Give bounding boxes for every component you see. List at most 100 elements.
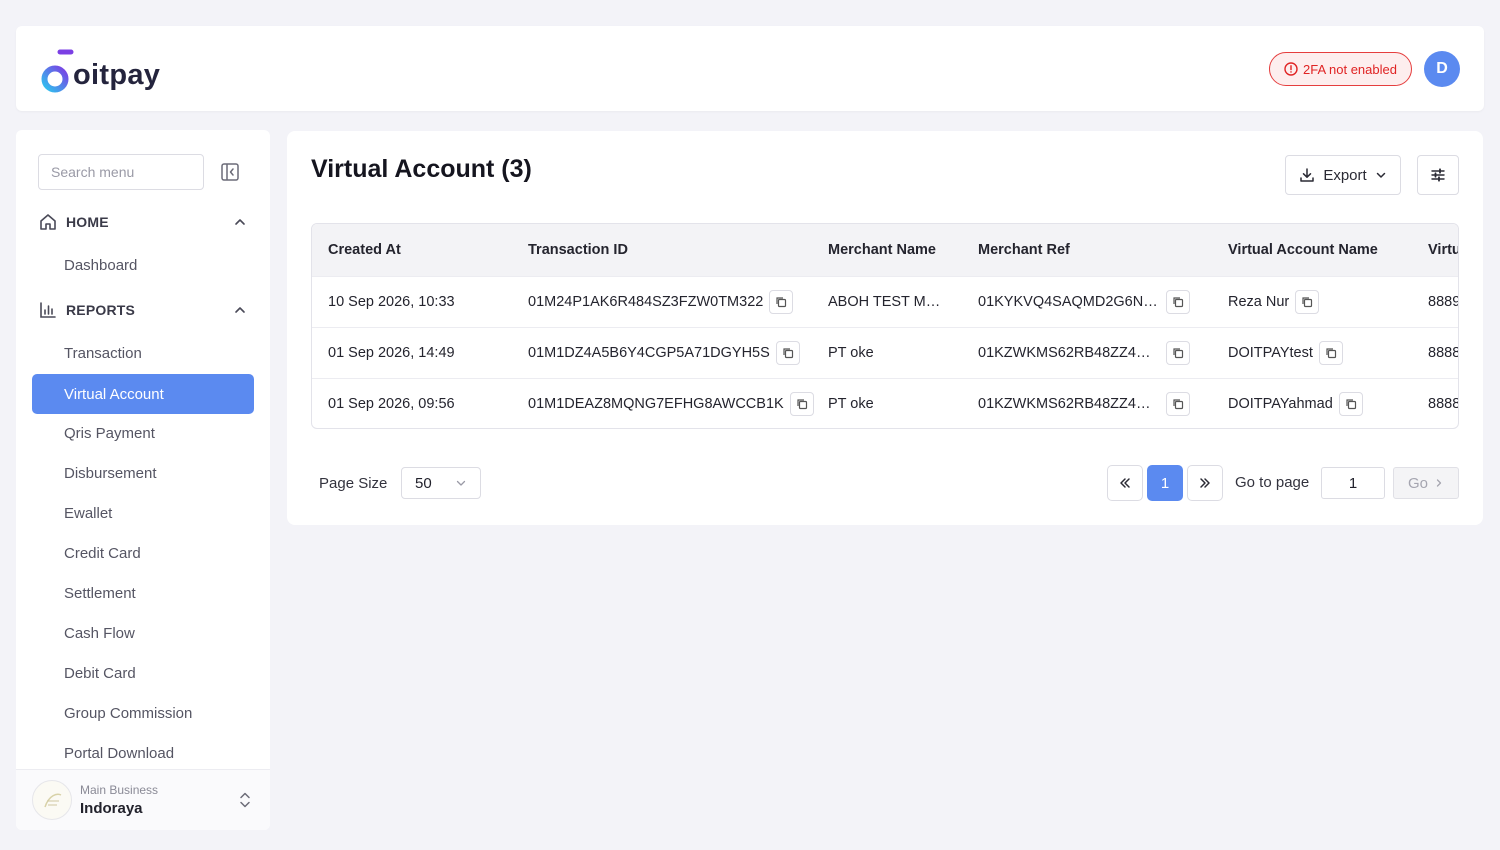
main-panel: Virtual Account (3) Export Created At Tr… [287, 131, 1483, 525]
copy-icon[interactable] [775, 341, 800, 365]
va-number-cell: 8888 [1428, 345, 1459, 361]
va-name-cell: Reza Nur [1228, 277, 1320, 327]
col-va-number[interactable]: Virtual Account Number [1428, 224, 1458, 276]
sidebar-item-transaction[interactable]: Transaction [32, 333, 254, 373]
merchant-name-cell: ABOH TEST MERCHANT [828, 294, 946, 310]
va-name-text: DOITPAYtest [1228, 345, 1313, 361]
sidebar-item-credit-card[interactable]: Credit Card [32, 533, 254, 573]
table-row[interactable]: 01 Sep 2026, 09:56 01M1DEAZ8MQNG7EFHG8AW… [312, 378, 1458, 428]
twofa-badge-label: 2FA not enabled [1303, 61, 1397, 77]
first-page-button[interactable] [1107, 465, 1143, 501]
go-label: Go [1407, 474, 1428, 492]
download-icon [1300, 168, 1315, 182]
transaction-id-text: 01M24P1AK6R484SZ3FZW0TM322 [528, 294, 764, 310]
business-logo-icon [44, 793, 62, 808]
top-header: oitpay 2FA not enabled D [16, 26, 1484, 111]
sidebar-item-cash-flow[interactable]: Cash Flow [32, 613, 254, 653]
bar-chart-icon [40, 302, 56, 318]
transaction-id-cell: 01M1DEAZ8MQNG7EFHG8AWCCB1K [528, 379, 814, 428]
page-size-value: 50 [415, 474, 432, 492]
chevrons-right-icon [1200, 478, 1210, 488]
va-name-cell: DOITPAYtest [1228, 328, 1343, 378]
doitpay-logo[interactable]: oitpay [40, 46, 160, 94]
va-name-text: DOITPAYahmad [1228, 396, 1333, 412]
sidebar-item-portal-download[interactable]: Portal Download [32, 733, 254, 773]
table-row[interactable]: 01 Sep 2026, 14:49 01M1DZ4A5B6Y4CGP5A71D… [312, 327, 1459, 378]
section-home[interactable]: HOME [38, 210, 248, 234]
collapse-sidebar-icon[interactable] [220, 162, 240, 182]
business-switcher[interactable]: Main Business Indoraya [16, 769, 270, 830]
business-avatar [32, 780, 72, 820]
merchant-ref-cell: 01KZWKMS62RB48ZZ4X6HQ [978, 328, 1190, 378]
created-at-cell: 10 Sep 2026, 10:33 [328, 294, 455, 310]
col-va-name[interactable]: Virtual Account Name [1228, 224, 1378, 276]
col-merchant-name[interactable]: Merchant Name [828, 224, 936, 276]
twofa-status-badge[interactable]: 2FA not enabled [1269, 52, 1412, 86]
copy-icon[interactable] [1166, 341, 1190, 365]
sidebar-item-disbursement[interactable]: Disbursement [32, 453, 254, 493]
va-number-cell: 8889 [1428, 294, 1459, 310]
transaction-id-text: 01M1DZ4A5B6Y4CGP5A71DGYH5S [528, 345, 770, 361]
sidebar-item-virtual-account[interactable]: Virtual Account [32, 374, 254, 414]
sidebar-item-settlement[interactable]: Settlement [32, 573, 254, 613]
sidebar-item-dashboard[interactable]: Dashboard [32, 245, 254, 285]
chevron-up-icon[interactable] [232, 214, 248, 230]
copy-icon[interactable] [1338, 392, 1363, 416]
copy-icon[interactable] [789, 392, 814, 416]
col-created-at[interactable]: Created At [328, 224, 401, 276]
col-merchant-ref[interactable]: Merchant Ref [978, 224, 1070, 276]
table-row[interactable]: 10 Sep 2026, 10:33 01M24P1AK6R484SZ3FZW0… [312, 276, 1459, 327]
chevron-up-icon[interactable] [232, 302, 248, 318]
section-reports-label: REPORTS [66, 302, 136, 318]
merchant-ref-cell: 01KZWKMS62RB48ZZ4X6HQ [978, 379, 1190, 428]
page-size-label: Page Size [319, 475, 388, 492]
chevron-right-icon [1436, 479, 1442, 487]
merchant-ref-text: 01KYKVQ4SAQMD2G6N8YX [978, 294, 1160, 310]
merchant-name-cell: PT oke [828, 396, 874, 412]
sidebar-item-ewallet[interactable]: Ewallet [32, 493, 254, 533]
merchant-ref-text: 01KZWKMS62RB48ZZ4X6HQ [978, 345, 1160, 361]
user-avatar[interactable]: D [1424, 51, 1460, 87]
transaction-id-cell: 01M1DZ4A5B6Y4CGP5A71DGYH5S [528, 328, 800, 378]
copy-icon[interactable] [1295, 290, 1320, 314]
created-at-cell: 01 Sep 2026, 14:49 [328, 345, 455, 361]
export-button[interactable]: Export [1285, 155, 1401, 195]
va-name-text: Reza Nur [1228, 294, 1290, 310]
merchant-name-cell: PT oke [828, 345, 874, 361]
logo-text: oitpay [73, 59, 161, 91]
column-settings-button[interactable] [1417, 155, 1459, 195]
current-page-button[interactable]: 1 [1147, 465, 1183, 501]
go-button[interactable]: Go [1393, 467, 1459, 499]
sidebar-item-group-commission[interactable]: Group Commission [32, 693, 254, 733]
va-name-cell: DOITPAYahmad [1228, 379, 1363, 428]
business-name: Indoraya [80, 800, 143, 817]
search-menu-input[interactable] [38, 154, 204, 190]
sidebar-item-qris-payment[interactable]: Qris Payment [32, 413, 254, 453]
copy-icon[interactable] [1166, 290, 1190, 314]
merchant-ref-text: 01KZWKMS62RB48ZZ4X6HQ [978, 396, 1160, 412]
chevron-down-icon [456, 480, 466, 486]
chevrons-left-icon [1120, 478, 1130, 488]
created-at-cell: 01 Sep 2026, 09:56 [328, 396, 455, 412]
logo-mark-icon [41, 49, 74, 93]
goto-page-input[interactable] [1321, 467, 1385, 499]
transaction-id-cell: 01M24P1AK6R484SZ3FZW0TM322 [528, 277, 794, 327]
chevron-up-down-icon[interactable] [238, 791, 252, 809]
page-size-select[interactable]: 50 [401, 467, 481, 499]
business-subtitle: Main Business [80, 783, 159, 797]
page-title: Virtual Account (3) [311, 155, 532, 183]
chevron-down-icon [1376, 172, 1385, 178]
section-reports[interactable]: REPORTS [38, 298, 248, 322]
copy-icon[interactable] [1318, 341, 1343, 365]
transaction-id-text: 01M1DEAZ8MQNG7EFHG8AWCCB1K [528, 396, 784, 412]
copy-icon[interactable] [1166, 392, 1190, 416]
sidebar: HOME Dashboard REPORTS Transaction Virtu… [16, 130, 270, 830]
sidebar-item-debit-card[interactable]: Debit Card [32, 653, 254, 693]
table-header: Created At Transaction ID Merchant Name … [312, 224, 1458, 276]
copy-icon[interactable] [769, 290, 794, 314]
export-label: Export [1323, 166, 1367, 184]
last-page-button[interactable] [1187, 465, 1223, 501]
col-transaction-id[interactable]: Transaction ID [528, 224, 628, 276]
section-home-label: HOME [66, 214, 109, 230]
merchant-ref-cell: 01KYKVQ4SAQMD2G6N8YX [978, 277, 1190, 327]
